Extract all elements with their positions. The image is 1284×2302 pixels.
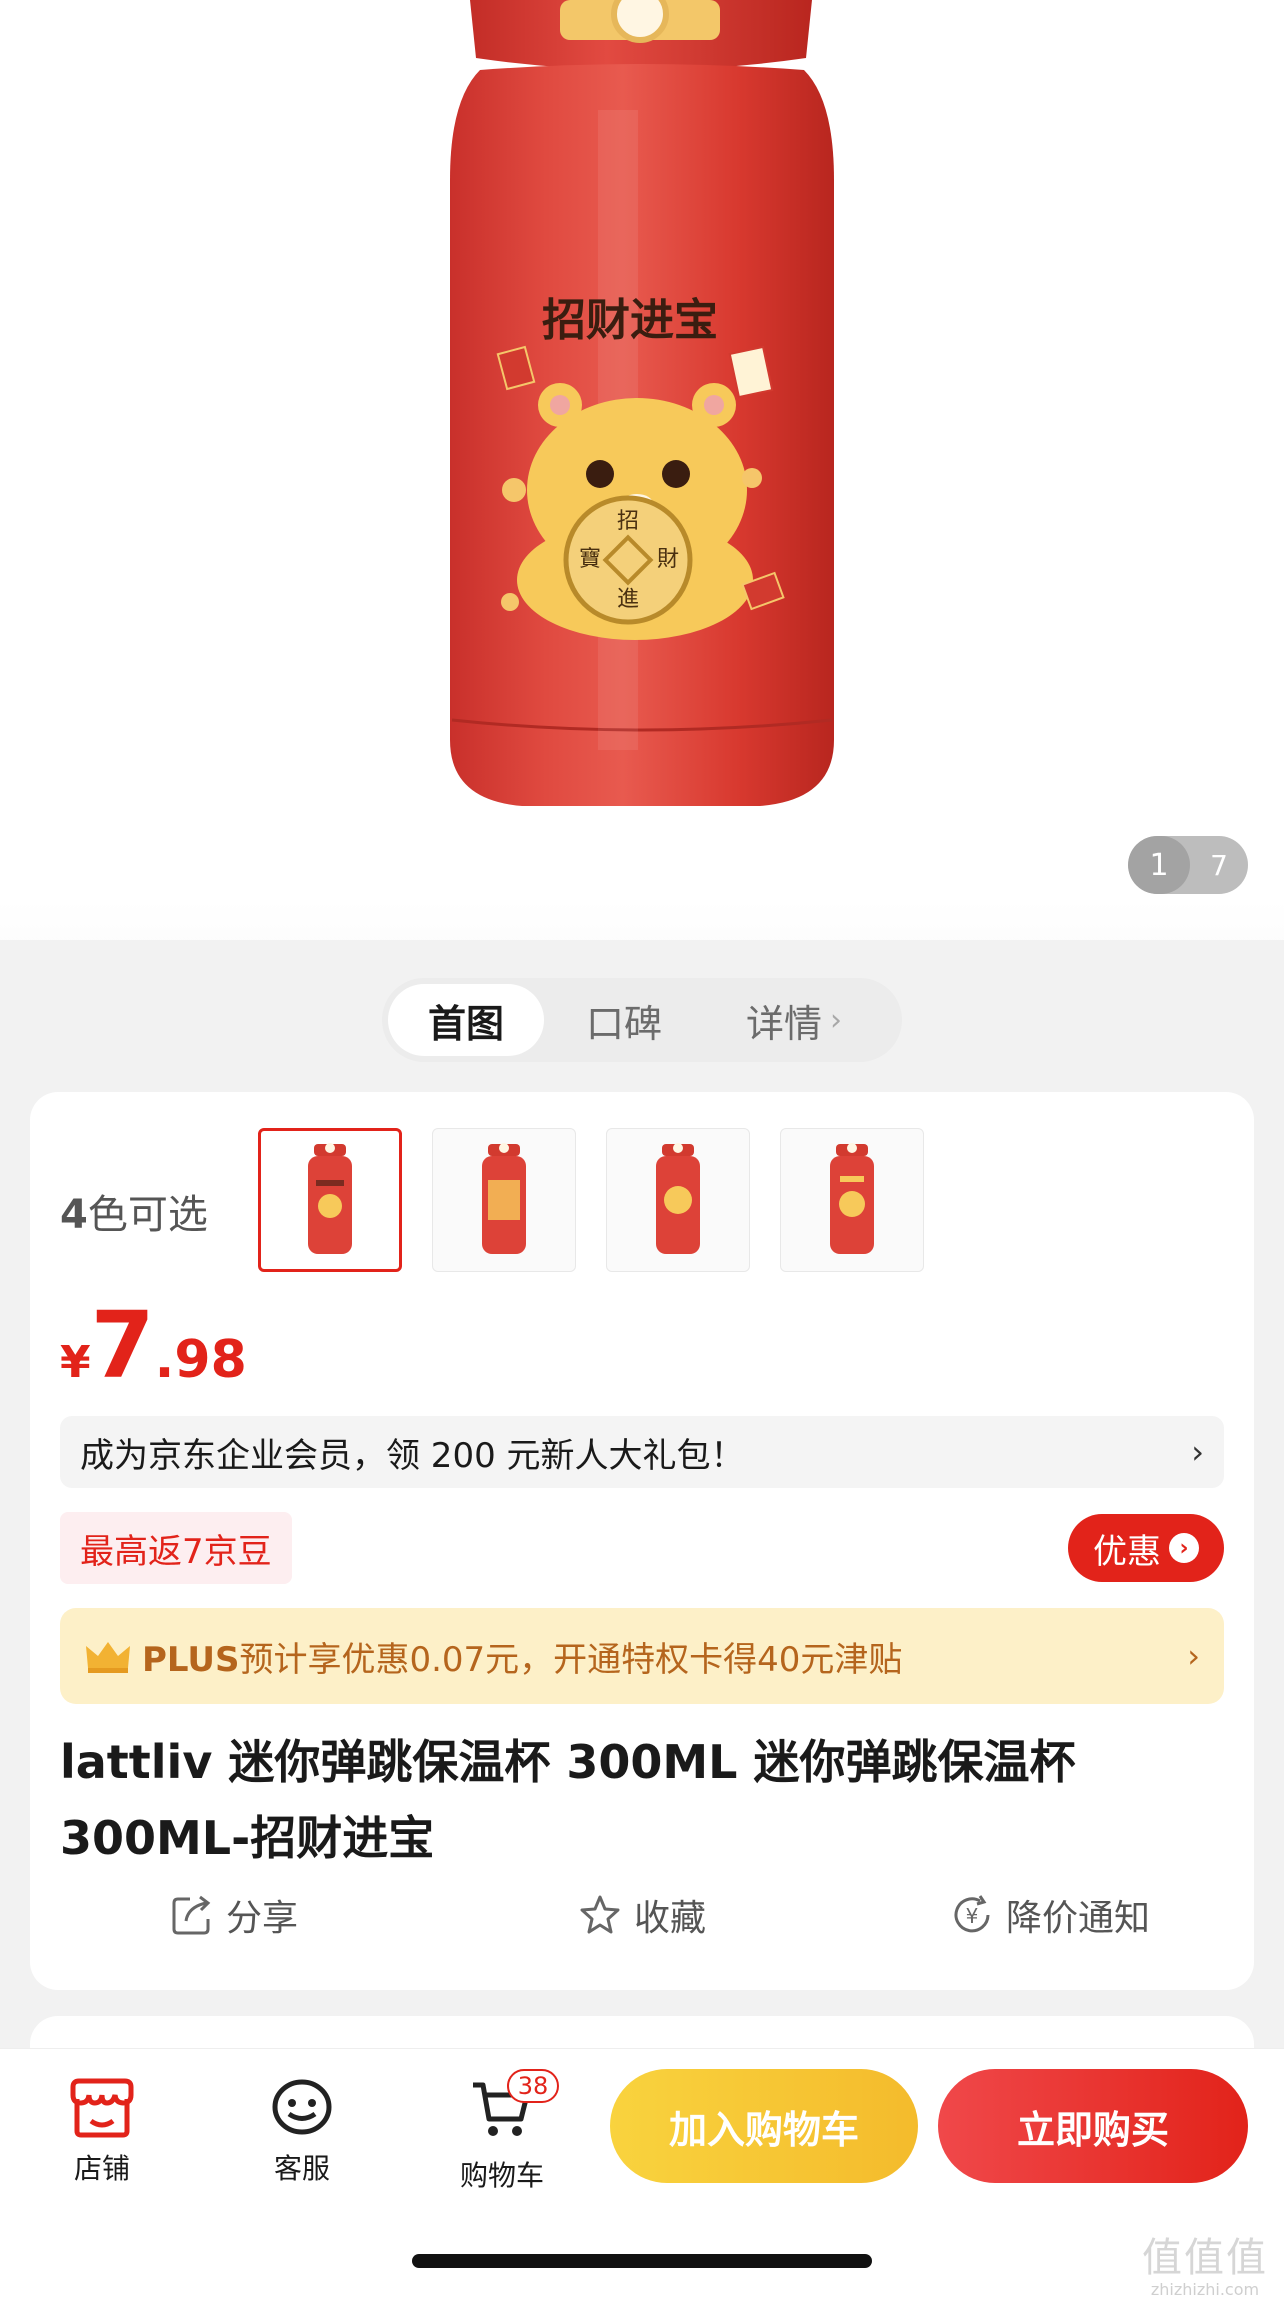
add-to-cart-button[interactable]: 加入购物车 [610,2069,918,2183]
customer-service-button[interactable]: 客服 [242,2077,362,2187]
buy-now-button[interactable]: 立即购买 [938,2069,1248,2183]
plus-banner-text: 预计享优惠0.07元，开通特权卡得40元津贴 [239,1639,903,1680]
share-button[interactable]: 分享 [30,1880,438,1950]
product-page: 招财进宝 招 財 進 寶 1 7 首图 口碑 详情 › 4色可选 ¥7.98 成… [0,0,1284,2302]
home-indicator[interactable] [412,2254,872,2268]
product-image: 招财进宝 招 財 進 寶 [450,0,834,806]
price-integer: 7 [90,1292,155,1399]
tab-main-image-label: 首图 [427,1001,504,1046]
bottle-thumbnail [482,1143,526,1254]
watermark-site: zhizhizhi.com [1150,2280,1260,2299]
price-alert-label: 降价通知 [1005,1898,1150,1939]
tab-main-image[interactable]: 首图 [388,984,544,1056]
favorite-label: 收藏 [633,1898,706,1939]
member-banner-text: 成为京东企业会员，领 200 元新人大礼包！ [80,1435,745,1476]
chevron-right-icon: › [1187,1637,1200,1675]
color-options-label: 4色可选 [60,1182,208,1240]
plus-membership-banner[interactable]: PLUS预计享优惠0.07元，开通特权卡得40元津贴 › [60,1608,1224,1704]
bottle-thumbnail [830,1143,874,1254]
chevron-right-icon: › [830,1002,842,1038]
color-swatch-4[interactable] [780,1128,924,1272]
enterprise-member-banner[interactable]: 成为京东企业会员，领 200 元新人大礼包！ › [60,1416,1224,1488]
share-icon [172,1895,211,1935]
chevron-right-icon: › [1191,1433,1204,1471]
price-alert-button[interactable]: ¥ 降价通知 [846,1880,1254,1950]
tab-details[interactable]: 详情 › [704,984,884,1056]
gallery-page-indicator: 1 7 [1128,836,1248,894]
color-count: 4 [60,1192,88,1238]
favorite-button[interactable]: 收藏 [438,1880,846,1950]
cart-label: 购物车 [459,2159,544,2192]
product-gallery[interactable]: 招财进宝 招 財 進 寶 1 7 [0,0,1284,940]
product-title: lattliv 迷你弹跳保温杯 300ML 迷你弹跳保温杯 300ML-招财进宝 [60,1735,1076,1865]
cart-button[interactable]: 38 购物车 [442,2069,562,2194]
cart-icon-wrap: 38 [469,2069,559,2146]
current-page: 1 [1128,836,1190,894]
currency-symbol: ¥ [60,1337,91,1388]
discount-button[interactable]: 优惠 › [1068,1514,1224,1582]
product-actions: 分享 收藏 ¥ 降价通知 [30,1880,1254,1950]
service-label: 客服 [273,2152,330,2185]
section-tabs: 首图 口碑 详情 › [382,978,902,1062]
svg-text:招财进宝: 招财进宝 [542,295,718,346]
color-swatch-2[interactable] [432,1128,576,1272]
svg-text:¥: ¥ [966,1904,979,1928]
svg-text:進: 進 [617,587,639,612]
color-label-text: 色可选 [87,1192,208,1238]
tab-reviews-label: 口碑 [585,1001,662,1046]
shop-label: 店铺 [73,2152,130,2185]
svg-text:財: 財 [657,547,679,572]
product-info-card: 4色可选 ¥7.98 成为京东企业会员，领 200 元新人大礼包！ › 最高返7… [30,1092,1254,1990]
discount-button-label: 优惠 [1093,1531,1161,1572]
total-pages: 7 [1210,848,1228,882]
watermark-mark: 值值值 [1142,2235,1268,2281]
star-icon [580,1895,620,1934]
color-swatch-3[interactable] [606,1128,750,1272]
share-label: 分享 [225,1898,298,1939]
price: ¥7.98 [60,1292,247,1399]
shop-button[interactable]: 店铺 [42,2077,162,2187]
color-swatch-1[interactable] [258,1128,402,1272]
bottle-thumbnail [656,1143,700,1254]
plus-brand: PLUS [142,1639,240,1680]
chat-smile-icon [272,2079,332,2135]
price-drop-icon: ¥ [954,1895,990,1933]
gallery-fade [0,900,1284,940]
svg-text:寶: 寶 [579,547,601,572]
bottle-thumbnail [308,1143,352,1254]
cart-count-badge: 38 [507,2069,559,2103]
arrow-circle-icon: › [1169,1533,1199,1563]
jd-bean-rebate-tag: 最高返7京豆 [60,1512,292,1584]
crown-icon [86,1642,130,1673]
watermark: 值值值 zhizhizhi.com [1130,2236,1280,2300]
tab-reviews[interactable]: 口碑 [544,984,704,1056]
price-decimal: .98 [154,1330,247,1390]
shop-icon [70,2078,134,2138]
svg-text:招: 招 [617,509,639,534]
tab-details-label: 详情 [745,1001,822,1046]
